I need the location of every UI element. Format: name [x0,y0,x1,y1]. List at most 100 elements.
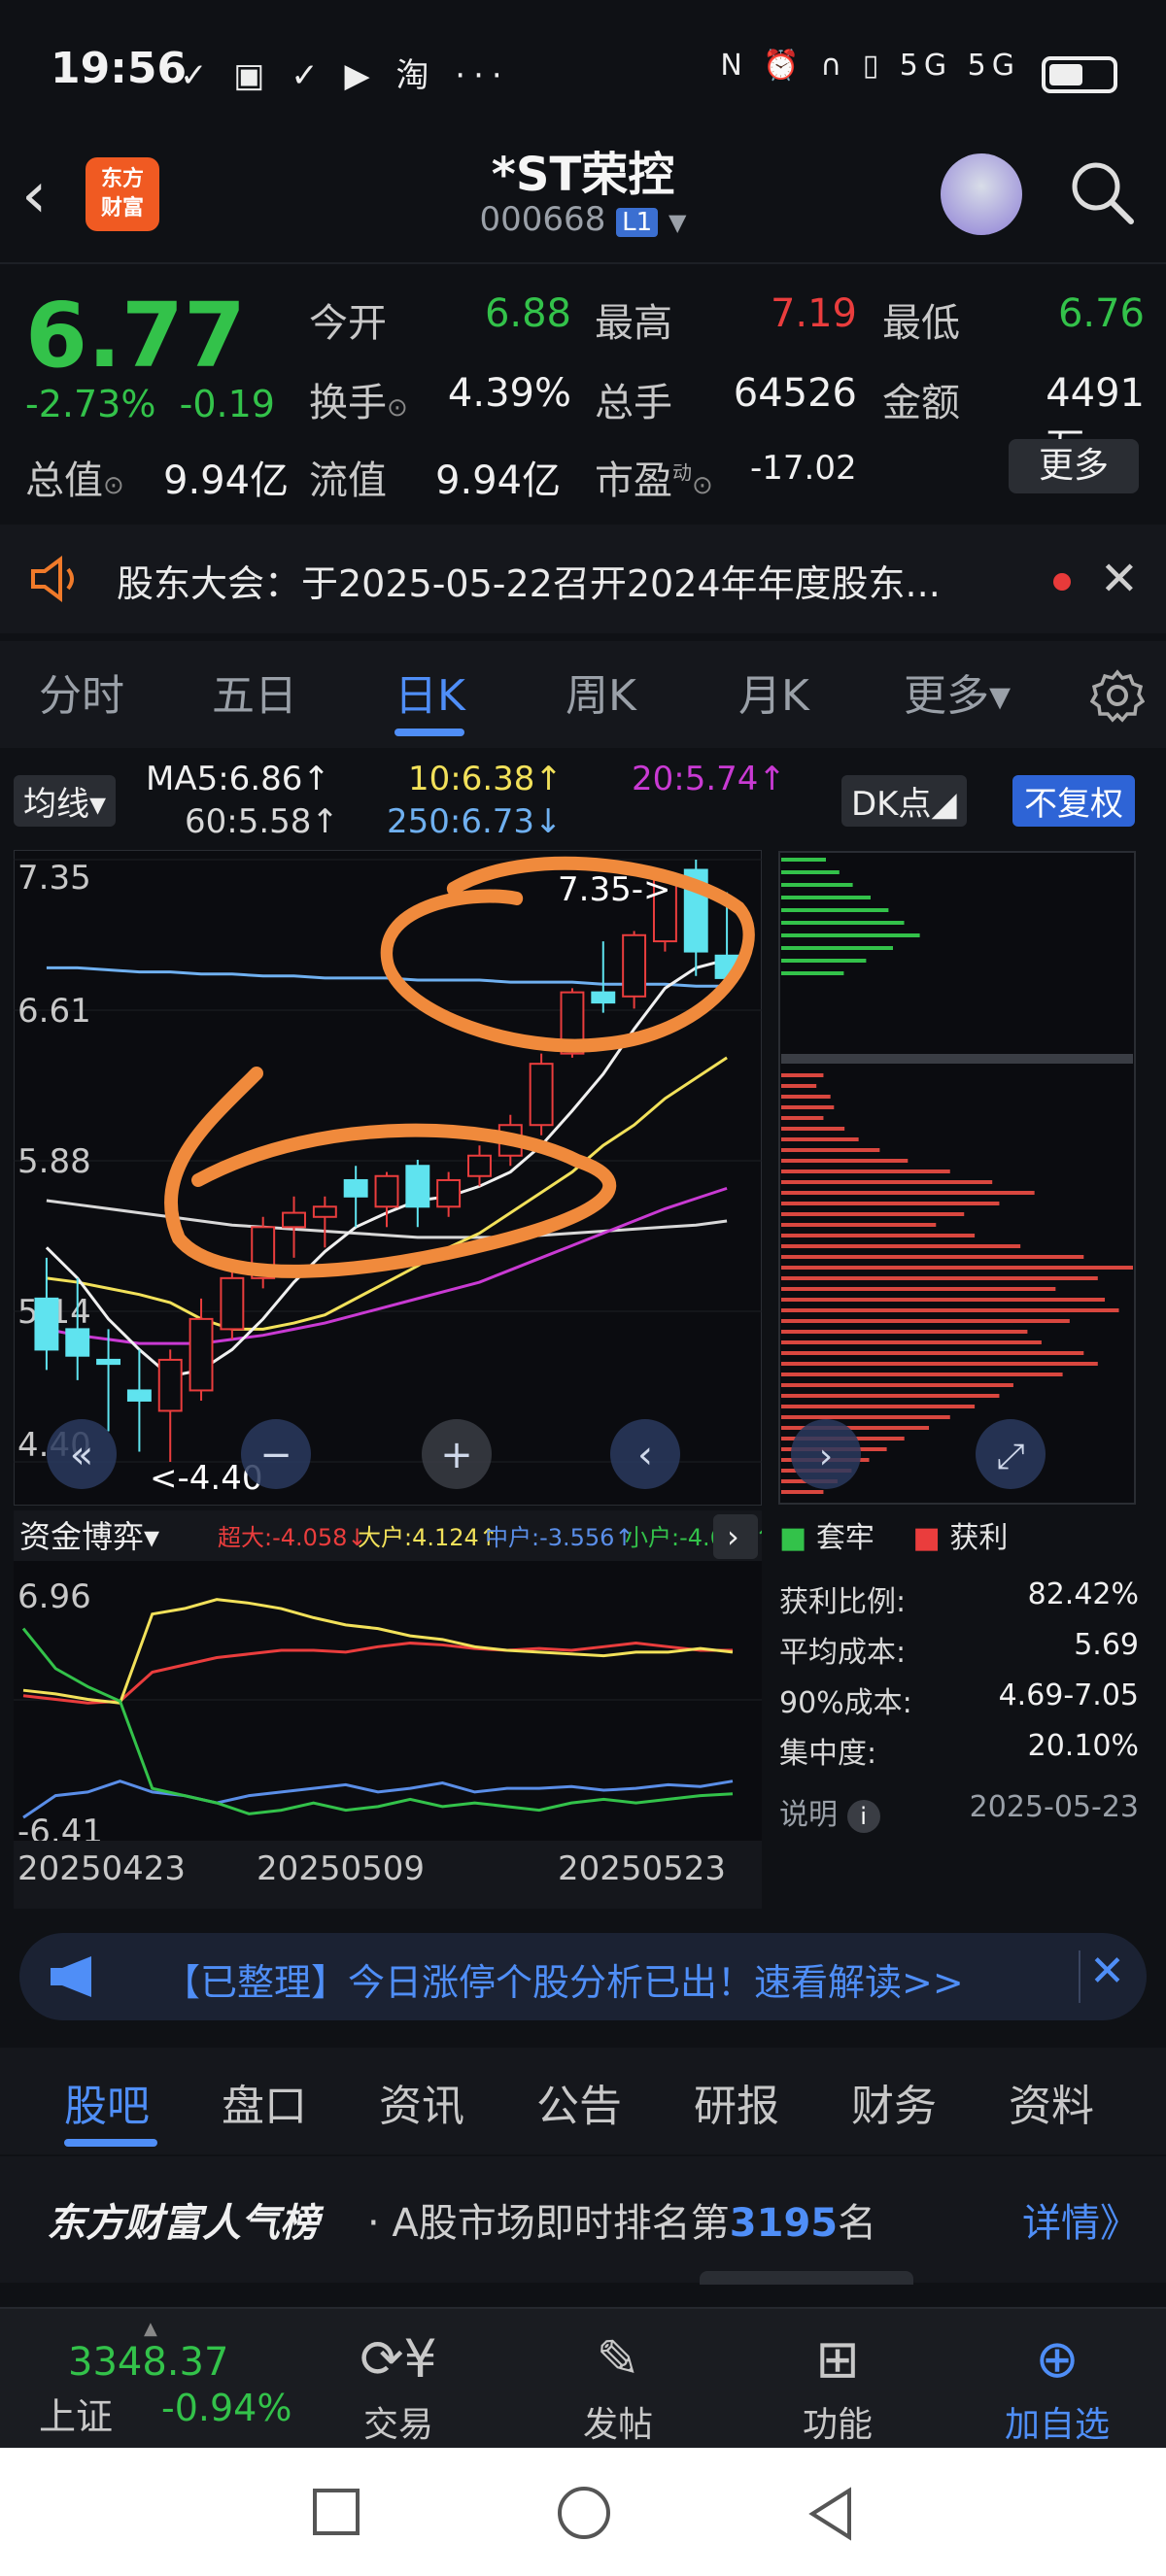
indicator-selector[interactable]: 均线▾ [14,775,117,827]
tab-content[interactable]: 资讯 [379,2071,464,2133]
rank-number: 3195 [729,2201,839,2246]
flow-legend-entry: 大户:4.124↑ [358,1524,498,1551]
app-logo: 东方 财富 [86,157,159,231]
tab-content[interactable]: 盘口 [222,2071,307,2133]
promo-text: 【已整理】今日涨停个股分析已出！速看解读>> [163,1961,964,2004]
price-change: -2.73% -0.19 [25,383,275,425]
tab-content[interactable]: 资料 [1009,2071,1094,2133]
tab-period[interactable]: 日K [394,661,465,723]
quote-label: 总值⊙ [25,458,124,503]
tab-content[interactable]: 股吧 [64,2071,150,2133]
system-nav-bar [0,2448,1166,2576]
candle-body [436,1178,462,1208]
tab-period[interactable]: 更多▾ [904,661,1011,723]
dk-point-toggle[interactable]: DK点◢ [841,775,967,827]
y-tick-label: 5.88 [17,1142,91,1181]
candle-body [591,991,616,1004]
chip-bar-profit [781,1223,937,1227]
assistant-robot-icon[interactable] [941,153,1022,235]
note-label[interactable]: 说明 [779,1798,838,1832]
candle-body [126,1389,152,1402]
quote-value: 64526 [733,371,857,416]
flow-title: 资金博弈▾ [19,1518,159,1555]
quote-label: 流值 [309,458,387,503]
close-icon[interactable]: ✕ [1100,552,1139,606]
home-icon[interactable] [558,2487,610,2539]
period-tabs: 分时 五日 日K 周K 月K 更多▾ [0,641,1166,748]
quote-value: 7.19 [770,291,857,336]
chip-stat: 平均成本: 5.69 [779,1628,1139,1670]
index-ticker[interactable]: ▲ 3348.37 上证 -0.94% [19,2319,350,2438]
ma60-value: 60:5.58↑ [185,802,339,841]
flow-x-tick: 20250509 [257,1849,425,1888]
system-icons: N ⏰ ∩ ▯ 5G 5G [720,49,1020,83]
candle-body [622,933,647,998]
candle-body [405,1165,430,1208]
tab-content[interactable]: 财务 [851,2071,937,2133]
close-icon[interactable]: ✕ [1089,1947,1125,1996]
tab-period[interactable]: 分时 [39,661,124,723]
tab-period[interactable]: 五日 [212,661,297,723]
chip-current-price-marker [781,1054,1133,1064]
chip-bar-profit [781,1276,1098,1280]
chart-nav-icon: − [259,1433,292,1477]
toolbar-item[interactable]: ✎ 发帖 [540,2328,696,2447]
quote-label: 换手⊙ [309,381,408,425]
quote-label: 最低 [882,301,960,346]
announcement-bar[interactable]: 股东大会：于2025-05-22召开2024年年度股东... ✕ [0,525,1166,633]
detail-link[interactable]: 详情》 [1022,2191,1139,2248]
popularity-rank[interactable]: 东方财富人气榜 · A股市场即时排名第3195名 详情》 [0,2156,1166,2285]
candle-body [34,1297,59,1351]
ma20-value: 20:5.74↑ [632,760,786,798]
chip-bar-profit [781,1191,1035,1195]
card-preview-edge [700,2271,913,2285]
info-icon[interactable]: i [846,1800,880,1833]
content-tabs: 股吧 盘口 资讯 公告 研报 财务 资料 [0,2048,1166,2154]
chip-bar-profit [781,1116,824,1120]
chip-bar-trapped [781,959,867,963]
toolbar-item[interactable]: ⊞ 功能 [760,2328,915,2447]
profit-label: 获利 [949,1521,1009,1555]
chip-bar-trapped [781,921,905,925]
candle-body [157,1358,183,1412]
app-header: *ST荣控 000668 L1 ▼ ‹ 东方 财富 [0,126,1166,262]
tab-period[interactable]: 月K [738,661,809,723]
quote-value: -17.02 [750,449,857,488]
chip-bar-profit [781,1137,859,1141]
chip-bar-profit [781,1319,1070,1323]
tab-content[interactable]: 公告 [536,2071,622,2133]
toolbar-item[interactable]: ⊕ 加自选 [979,2328,1135,2447]
chip-bar-profit [781,1105,835,1109]
promo-banner[interactable]: 【已整理】今日涨停个股分析已出！速看解读>> ✕ [19,1933,1147,2020]
candle-body [220,1276,245,1331]
chip-footer: 说明 i 2025-05-23 [779,1790,1139,1833]
quote-panel: 6.77 -2.73% -0.19 今开 6.88 最高 7.19 最低 6.76 换手⊙ 4… [0,262,1166,505]
back-nav-icon[interactable] [806,2487,855,2541]
caret-up-icon: ▲ [144,2319,157,2339]
chip-bar-profit [781,1383,1013,1387]
battery-icon [1042,56,1117,93]
active-tab-indicator [394,729,464,736]
settings-gear-icon[interactable] [1090,668,1145,723]
more-button[interactable]: 更多 [1009,439,1139,493]
back-icon[interactable]: ‹ [21,157,47,232]
chip-bar-trapped [781,883,853,887]
adjust-mode-button[interactable]: 不复权 [1012,775,1135,827]
toolbar-item[interactable]: ⟳¥ 交易 [321,2328,476,2447]
divider [1079,1950,1080,2003]
index-name: 上证 [39,2395,114,2438]
candlestick-chart[interactable]: 7.356.615.885.144.407.35-><-4.40«−+‹ [14,850,762,1506]
quote-label: 最高 [595,301,672,346]
announcement-text: 股东大会：于2025-05-22召开2024年年度股东... [117,562,941,605]
rank-brand: 东方财富人气榜 [47,2201,319,2246]
rank-prefix: · A股市场即时排名第 [367,2201,730,2246]
chevron-down-icon: ▼ [668,209,687,236]
recent-apps-icon[interactable] [313,2489,360,2535]
flow-x-tick: 20250423 [17,1849,186,1888]
chip-bar-profit [781,1351,1084,1355]
chip-bar-profit [781,1202,1000,1205]
tab-period[interactable]: 周K [566,661,636,723]
search-icon[interactable] [1067,157,1137,227]
tab-content[interactable]: 研报 [694,2071,779,2133]
ma10-value: 10:6.38↑ [408,760,563,798]
